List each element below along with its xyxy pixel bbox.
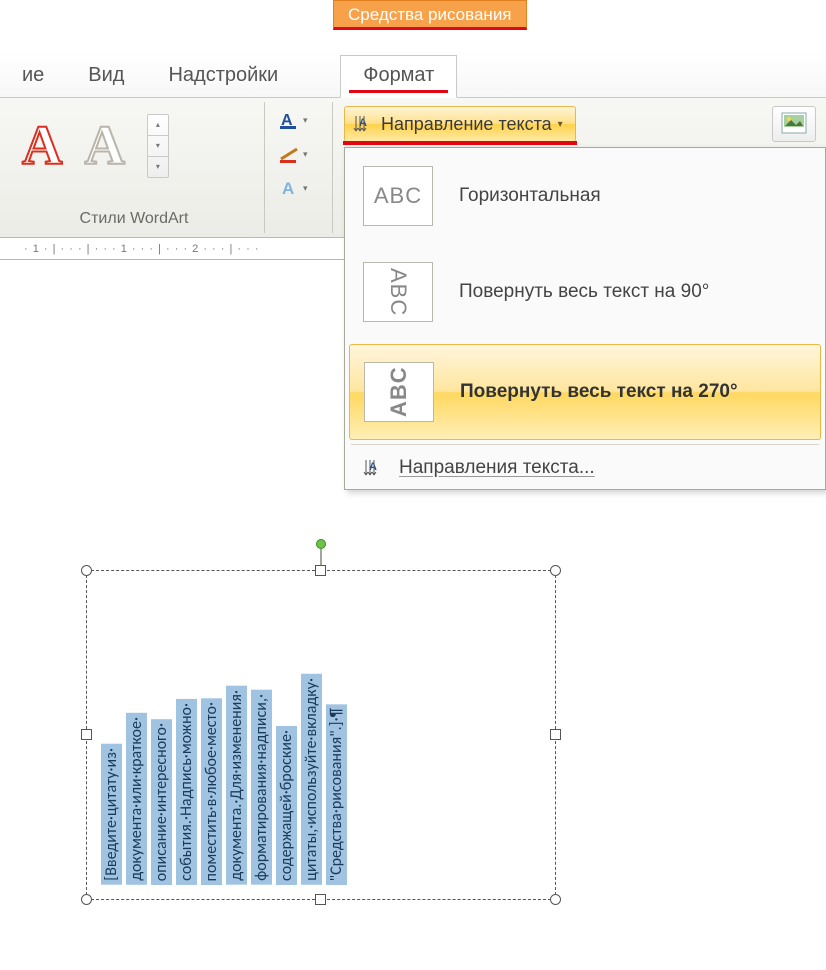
text-effects-icon: A: [279, 177, 301, 199]
textbox-line: поместить·в·любое·место·: [201, 698, 222, 885]
text-direction-button[interactable]: A Направление текста ▾: [344, 106, 576, 142]
chevron-down-icon: ▾: [303, 149, 308, 160]
ribbon-tab-row: ие Вид Надстройки Формат: [0, 52, 826, 98]
chevron-down-icon: ▾: [303, 183, 308, 194]
chevron-up-icon[interactable]: ▴: [148, 115, 168, 136]
selection-handle[interactable]: [81, 565, 92, 576]
wordart-style-preview-icon[interactable]: A: [22, 118, 62, 174]
textbox-line: описание·интересного·: [151, 719, 172, 885]
dd-item-rotate-270[interactable]: ABC Повернуть весь текст на 270°: [349, 344, 821, 440]
textbox-line: содержащей·броские·: [276, 726, 297, 885]
text-outline-button[interactable]: ▾: [274, 140, 316, 168]
contextual-tab-title: Средства рисования: [333, 0, 527, 30]
picture-button[interactable]: [772, 106, 816, 142]
dd-item-label: Горизонтальная: [459, 185, 601, 207]
group-divider: [264, 102, 265, 233]
textbox-line: документа·или·краткое·: [126, 713, 147, 885]
dd-item-label: Повернуть весь текст на 90°: [459, 281, 709, 303]
text-effects-stack: A ▾ ▾ A ▾: [274, 106, 316, 202]
tab-format[interactable]: Формат: [340, 55, 457, 98]
selection-handle[interactable]: [81, 729, 92, 740]
highlight-underline-icon: [349, 90, 448, 93]
text-fill-icon: A: [279, 110, 301, 130]
chevron-down-icon: ▾: [303, 115, 308, 126]
dd-item-label: Повернуть весь текст на 270°: [460, 381, 738, 403]
text-direction-icon: A: [363, 457, 385, 479]
text-fill-button[interactable]: A ▾: [274, 106, 316, 134]
group-wordart-styles: A A ▴ ▾ ▾ Стили WordArt: [6, 104, 262, 230]
dd-item-label: Направления текста...: [399, 457, 595, 479]
textbox-line: события.·Надпись·можно·: [176, 699, 197, 885]
selection-handle[interactable]: [550, 565, 561, 576]
text-direction-icon: A: [353, 113, 375, 135]
textbox-line: форматирования·надписи,·: [251, 690, 272, 885]
tab-view[interactable]: Вид: [66, 56, 146, 97]
svg-text:A: A: [282, 179, 294, 198]
textbox-line: цитаты,·используйте·вкладку·: [301, 674, 322, 885]
chevron-down-icon: ▾: [558, 119, 563, 130]
dd-item-rotate-90[interactable]: ABC Повернуть весь текст на 90°: [345, 244, 825, 340]
contextual-tab-bar: Средства рисования: [0, 0, 826, 52]
picture-icon: [781, 112, 807, 137]
chevron-down-icon[interactable]: ▾: [148, 136, 168, 157]
orientation-90-icon: ABC: [363, 262, 433, 322]
textbox-line: "Средства·рисования".]·¶: [326, 704, 347, 885]
textbox-line: документа.·Для·изменения·: [226, 686, 247, 885]
orientation-270-icon: ABC: [364, 362, 434, 422]
text-direction-dropdown: ABC Горизонтальная ABC Повернуть весь те…: [344, 147, 826, 490]
gallery-spinner[interactable]: ▴ ▾ ▾: [147, 114, 169, 178]
tab-format-label: Формат: [363, 64, 434, 86]
rotation-handle[interactable]: [316, 539, 326, 549]
ribbon: A A ▴ ▾ ▾ Стили WordArt A ▾ ▾ A ▾: [0, 98, 826, 238]
group-label-wordart: Стили WordArt: [6, 210, 262, 228]
tab-partial[interactable]: ие: [0, 56, 66, 97]
orientation-horizontal-icon: ABC: [363, 166, 433, 226]
highlight-underline-icon: [343, 141, 577, 145]
text-effects-button[interactable]: A ▾: [274, 174, 316, 202]
selection-handle[interactable]: [550, 729, 561, 740]
text-direction-label: Направление текста: [381, 114, 552, 135]
group-divider: [332, 102, 333, 233]
dd-item-more-directions[interactable]: A Направления текста...: [345, 447, 825, 489]
dd-item-horizontal[interactable]: ABC Горизонтальная: [345, 148, 825, 244]
textbox-content[interactable]: [Введите·цитату·из·документа·или·краткое…: [101, 585, 541, 885]
selection-handle[interactable]: [550, 894, 561, 905]
gallery-more-icon[interactable]: ▾: [148, 157, 168, 177]
tab-addins[interactable]: Надстройки: [146, 56, 300, 97]
selected-textbox[interactable]: [Введите·цитату·из·документа·или·краткое…: [86, 570, 556, 900]
selection-handle[interactable]: [81, 894, 92, 905]
wordart-gallery[interactable]: A A ▴ ▾ ▾: [6, 104, 262, 178]
menu-separator: [351, 444, 819, 445]
text-outline-icon: [279, 144, 301, 164]
selection-handle[interactable]: [315, 565, 326, 576]
selection-handle[interactable]: [315, 894, 326, 905]
wordart-style-preview-icon[interactable]: A: [84, 118, 124, 174]
textbox-line: [Введите·цитату·из·: [101, 744, 122, 885]
